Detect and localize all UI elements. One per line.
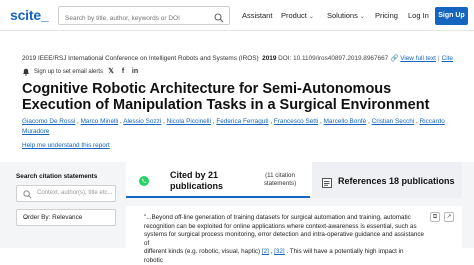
author-link[interactable]: Marco Minelli — [81, 118, 119, 125]
chevron-down-icon: ⌄ — [308, 14, 314, 20]
author-list: Giacomo De Rossi , Marco Minelli , Aless… — [22, 118, 445, 135]
top-navigation-bar: scite_ Assistant Product⌄ Solutions⌄ Pri… — [0, 0, 474, 31]
link-icon: 🔗 — [390, 55, 399, 62]
copy-icon[interactable]: ⧉ — [430, 212, 440, 222]
author-link[interactable]: Federica Ferraguti — [216, 118, 268, 125]
share-icon[interactable]: ↗ — [444, 212, 454, 222]
paper-title: Cognitive Robotic Architecture for Semi-… — [22, 81, 430, 113]
order-by-select[interactable]: Order By: Relevance ⌄ — [16, 209, 116, 226]
author-link[interactable]: Giacomo De Rossi — [22, 118, 75, 125]
statement-tools: ⧉ ↗ — [430, 212, 454, 222]
author-link[interactable]: Francesco Setti — [274, 118, 318, 125]
bell-icon[interactable] — [22, 68, 30, 76]
paper-actions: Sign up to set email alerts 𝕏 f in — [22, 68, 139, 76]
tab-cited-by[interactable]: Cited by 21 publications (11 citation st… — [126, 162, 310, 198]
nav-login[interactable]: Log In — [408, 11, 429, 20]
help-understand-link[interactable]: Help me understand this report — [22, 142, 110, 149]
nav-pricing[interactable]: Pricing — [375, 11, 398, 20]
reference-link[interactable]: [2] — [262, 248, 269, 255]
search-icon — [23, 190, 32, 201]
nav-solutions[interactable]: Solutions ⌄ — [327, 11, 365, 20]
email-alerts-link[interactable]: Sign up to set email alerts — [34, 69, 103, 75]
header-search-box[interactable] — [58, 6, 230, 28]
author-link[interactable]: Cristian Secchi — [372, 118, 415, 125]
citation-search-input[interactable]: Context, author(s), title etc... — [16, 185, 116, 202]
references-icon — [322, 175, 332, 193]
citation-statement-card: "...Beyond off-line generation of traini… — [126, 206, 462, 264]
reference-link[interactable]: [32] — [274, 248, 285, 255]
author-link[interactable]: Alessio Sozzi — [123, 118, 161, 125]
citation-tabs: Cited by 21 publications (11 citation st… — [126, 162, 462, 198]
citations-section: Search citation statements Context, auth… — [0, 162, 474, 264]
citation-search-placeholder: Context, author(s), title etc... — [37, 190, 113, 196]
fulltext-links: 🔗 View full text | Cite — [390, 55, 453, 62]
paper-card: 2019 IEEE/RSJ International Conference o… — [12, 44, 461, 152]
whatsapp-icon[interactable] — [138, 174, 150, 192]
signup-button[interactable]: Sign Up — [435, 7, 468, 25]
citation-statement-text: "...Beyond off-line generation of traini… — [144, 214, 425, 264]
cited-by-label: Cited by 21 publications — [170, 170, 224, 191]
linkedin-icon[interactable]: in — [131, 68, 139, 76]
paper-doi: DOI: 10.1109/iros40897.2019.8967667 — [278, 55, 389, 62]
paper-year: 2019 — [262, 55, 277, 62]
nav-assistant[interactable]: Assistant — [242, 11, 272, 20]
view-full-text-link[interactable]: View full text — [400, 55, 436, 62]
search-citations-title: Search citation statements — [16, 173, 98, 180]
author-link[interactable]: Nicola Piccinelli — [167, 118, 211, 125]
references-label: References 18 publications — [338, 176, 455, 186]
citation-statements-count: (11 citation statements) — [263, 172, 297, 187]
nav-product[interactable]: Product ⌄ — [281, 11, 314, 20]
facebook-icon[interactable]: f — [119, 68, 127, 76]
cite-link[interactable]: Cite — [442, 55, 453, 62]
chevron-down-icon: ⌄ — [359, 14, 365, 20]
search-icon[interactable] — [214, 10, 224, 28]
author-link[interactable]: Marcello Bonfè — [324, 118, 367, 125]
twitter-icon[interactable]: 𝕏 — [107, 68, 115, 76]
chevron-down-icon: ⌄ — [23, 215, 29, 221]
paper-venue: 2019 IEEE/RSJ International Conference o… — [22, 55, 389, 62]
header-search-input[interactable] — [59, 10, 209, 27]
scite-logo[interactable]: scite_ — [10, 7, 49, 23]
tab-references[interactable]: References 18 publications — [312, 162, 462, 198]
